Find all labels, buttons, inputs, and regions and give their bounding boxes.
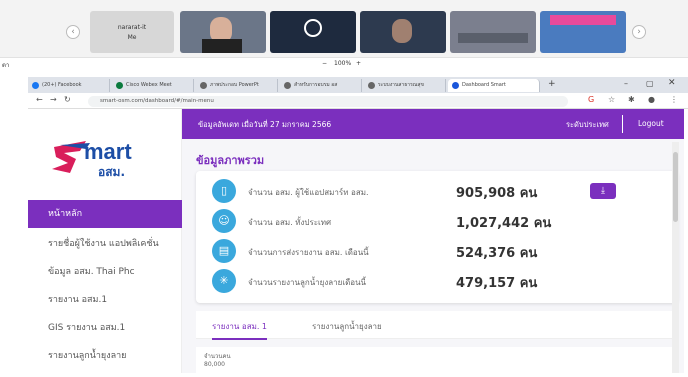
level-selector[interactable]: ระดับประเทศ	[566, 119, 609, 131]
browser-tab-strip: (20+) Facebook Cisco Webex Meet ภาพประกอ…	[28, 77, 688, 93]
obs-logo-icon	[304, 19, 322, 37]
logo-text-sub: อสม.	[98, 165, 125, 179]
participant-sub: Me	[127, 34, 137, 41]
sidebar-item-gis-report[interactable]: GIS รายงาน อสม.1	[28, 314, 182, 342]
tab-dashboard[interactable]: Dashboard Smart	[448, 79, 540, 92]
page-scrollbar[interactable]	[672, 142, 679, 373]
reload-icon[interactable]: ↻	[64, 95, 71, 104]
logo-text-main: mart	[84, 139, 132, 164]
globe-favicon-icon	[200, 82, 207, 89]
webex-favicon-icon	[116, 82, 123, 89]
globe-favicon-icon	[368, 82, 375, 89]
stat-row: ☺ จำนวน อสม. ทั้งประเทศ 1,027,442 คน	[206, 207, 666, 235]
stat-label: จำนวน อสม. ผู้ใช้แอปสมาร์ท อสม.	[248, 188, 369, 197]
bookmark-icon[interactable]: ☆	[608, 95, 615, 104]
tab-powerpoint[interactable]: ภาพประกอบ PowerPt	[196, 79, 278, 92]
zoom-level: 100%	[334, 60, 352, 67]
close-window-icon[interactable]: ✕	[668, 78, 676, 88]
stat-value: 905,908 คน	[456, 186, 538, 201]
page-title: ข้อมูลภาพรวม	[196, 154, 265, 167]
chart-axis-caption: จำนวนคน	[204, 353, 231, 360]
participant-video-1	[180, 11, 266, 53]
tab-larvae-report[interactable]: รายงานลูกน้ำยุงลาย	[312, 320, 382, 333]
stat-value: 524,376 คน	[456, 246, 538, 261]
participant-video-2	[270, 11, 356, 53]
app-topbar: ข้อมูลอัพเดท เมื่อวันที่ 27 มกราคม 2566 …	[182, 109, 684, 139]
address-bar-row: ← → ↻ smart-osm.com/dashboard/#/main-men…	[28, 93, 688, 109]
g-extension-icon[interactable]: G	[588, 95, 594, 104]
profile-icon[interactable]: ●	[648, 95, 655, 104]
stat-label: จำนวนการส่งรายงาน อสม. เดือนนี้	[248, 248, 369, 257]
tab-webex[interactable]: Cisco Webex Meet	[112, 79, 194, 92]
sidebar-item-larvae-report[interactable]: รายงานลูกน้ำยุงลาย	[28, 342, 182, 370]
person-suit	[202, 39, 242, 53]
overview-card: ▯ จำนวน อสม. ผู้ใช้แอปสมาร์ท อสม. 905,90…	[196, 171, 678, 303]
sidebar-item-home[interactable]: หน้าหลัก	[28, 200, 182, 228]
globe-favicon-icon	[284, 82, 291, 89]
tab-health-system[interactable]: ระบบงานสาธารณสุข	[364, 79, 446, 92]
back-icon[interactable]: ←	[36, 95, 43, 104]
participant-video-4	[450, 11, 536, 53]
participant-video-3	[360, 11, 446, 53]
stat-label: จำนวนรายงานลูกน้ำยุงลายเดือนนี้	[248, 278, 367, 287]
prev-participants-icon[interactable]: ‹	[66, 25, 80, 39]
meeting-strip: ‹ nararat-it Me ›	[0, 0, 688, 58]
next-participants-icon[interactable]: ›	[632, 25, 646, 39]
stat-row: ▯ จำนวน อสม. ผู้ใช้แอปสมาร์ท อสม. 905,90…	[206, 177, 666, 205]
main-content: ข้อมูลภาพรวม ▯ จำนวน อสม. ผู้ใช้แอปสมาร์…	[182, 139, 684, 377]
sidebar: mart อสม. หน้าหลัก รายชื่อผู้ใช้งาน แอปพ…	[28, 109, 182, 373]
update-date-text: ข้อมูลอัพเดท เมื่อวันที่ 27 มกราคม 2566	[198, 120, 332, 129]
smart-osm-logo: mart อสม.	[46, 137, 166, 179]
tab-facebook[interactable]: (20+) Facebook	[28, 79, 110, 92]
url-input[interactable]: smart-osm.com/dashboard/#/main-menu	[88, 96, 568, 107]
participant-self-tile: nararat-it Me	[90, 11, 174, 53]
stat-value: 479,157 คน	[456, 276, 538, 291]
download-icon: ⤓	[601, 186, 605, 196]
facebook-favicon-icon	[32, 82, 39, 89]
mosquito-icon: ✳	[212, 269, 236, 293]
participant-name: nararat-it	[117, 24, 147, 31]
zoom-out-button[interactable]: −	[322, 60, 327, 67]
smart-favicon-icon	[452, 82, 459, 89]
banner-graphic	[550, 15, 616, 25]
new-tab-button[interactable]: +	[548, 79, 556, 89]
person-figure	[392, 19, 412, 43]
menu-icon[interactable]: ⋮	[670, 95, 678, 104]
meeting-room-table	[458, 33, 528, 43]
report-tabs: รายงาน อสม. 1 รายงานลูกน้ำยุงลาย	[196, 311, 678, 340]
maximize-icon[interactable]: ▢	[646, 79, 654, 88]
logout-button[interactable]: Logout	[638, 119, 664, 128]
stat-label: จำนวน อสม. ทั้งประเทศ	[248, 218, 332, 227]
report-icon: ▤	[212, 239, 236, 263]
extensions-icon[interactable]: ✱	[628, 95, 635, 104]
sidebar-item-osm-report[interactable]: รายงาน อสม.1	[28, 286, 182, 314]
topbar-divider	[622, 115, 623, 133]
phone-icon: ▯	[212, 179, 236, 203]
participant-video-5	[540, 11, 626, 53]
users-icon: ☺	[212, 209, 236, 233]
stat-row: ▤ จำนวนการส่งรายงาน อสม. เดือนนี้ 524,37…	[206, 237, 666, 265]
sidebar-item-app-users[interactable]: รายชื่อผู้ใช้งาน แอปพลิเคชั่น	[28, 230, 182, 258]
tab-osm-report[interactable]: รายงาน อสม. 1	[212, 320, 268, 340]
zoom-bar: ตา − 100% +	[0, 58, 688, 70]
minimize-icon[interactable]: –	[624, 79, 628, 88]
download-button[interactable]: ⤓	[590, 183, 616, 199]
zoom-in-button[interactable]: +	[356, 60, 361, 67]
tab-training[interactable]: สำหรับการอบรม อส	[280, 79, 362, 92]
stat-value: 1,027,442 คน	[456, 216, 552, 231]
stat-row: ✳ จำนวนรายงานลูกน้ำยุงลายเดือนนี้ 479,15…	[206, 267, 666, 295]
sidebar-item-thai-phc[interactable]: ข้อมูล อสม. Thai Phc	[28, 258, 182, 286]
chart-tick-label: 80,000	[204, 361, 225, 368]
scrollbar-thumb[interactable]	[673, 152, 678, 222]
forward-icon[interactable]: →	[50, 95, 57, 104]
left-id: ตา	[2, 62, 10, 69]
